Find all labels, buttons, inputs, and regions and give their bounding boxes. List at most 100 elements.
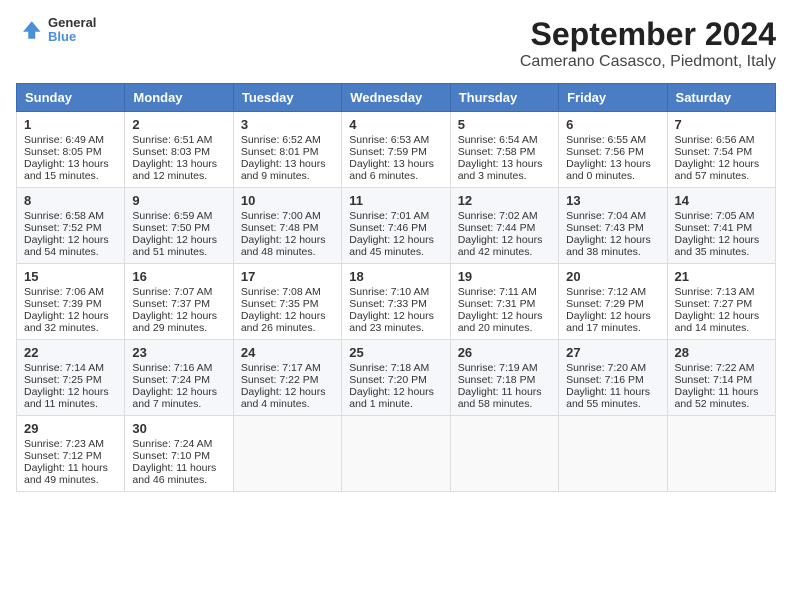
calendar-cell: 7Sunrise: 6:56 AMSunset: 7:54 PMDaylight… — [667, 112, 775, 188]
title-area: September 2024 Camerano Casasco, Piedmon… — [520, 16, 776, 71]
day-info-line: and 49 minutes. — [24, 474, 117, 486]
day-number: 7 — [675, 117, 768, 132]
day-info-line: Daylight: 12 hours — [675, 234, 768, 246]
calendar-cell: 12Sunrise: 7:02 AMSunset: 7:44 PMDayligh… — [450, 188, 558, 264]
day-info-line: Sunset: 7:59 PM — [349, 146, 442, 158]
logo-text: General Blue — [48, 16, 96, 45]
day-info-line: Sunrise: 7:11 AM — [458, 286, 551, 298]
day-info-line: Sunset: 7:16 PM — [566, 374, 659, 386]
calendar-cell: 4Sunrise: 6:53 AMSunset: 7:59 PMDaylight… — [342, 112, 450, 188]
day-info-line: Daylight: 12 hours — [675, 310, 768, 322]
day-info-line: Sunrise: 7:18 AM — [349, 362, 442, 374]
day-info-line: and 20 minutes. — [458, 322, 551, 334]
calendar-cell: 27Sunrise: 7:20 AMSunset: 7:16 PMDayligh… — [559, 340, 667, 416]
day-info-line: Sunset: 7:18 PM — [458, 374, 551, 386]
calendar-cell: 8Sunrise: 6:58 AMSunset: 7:52 PMDaylight… — [17, 188, 125, 264]
calendar-week-1: 1Sunrise: 6:49 AMSunset: 8:05 PMDaylight… — [17, 112, 776, 188]
day-number: 11 — [349, 193, 442, 208]
day-info-line: Sunset: 8:05 PM — [24, 146, 117, 158]
day-info-line: and 58 minutes. — [458, 398, 551, 410]
day-info-line: Sunrise: 7:12 AM — [566, 286, 659, 298]
calendar-header: SundayMondayTuesdayWednesdayThursdayFrid… — [17, 84, 776, 112]
day-info-line: Sunset: 7:14 PM — [675, 374, 768, 386]
day-info-line: Sunrise: 7:06 AM — [24, 286, 117, 298]
calendar-cell — [559, 416, 667, 492]
calendar-week-3: 15Sunrise: 7:06 AMSunset: 7:39 PMDayligh… — [17, 264, 776, 340]
day-info-line: Daylight: 13 hours — [241, 158, 334, 170]
logo-line2: Blue — [48, 30, 96, 44]
day-info-line: Sunset: 7:52 PM — [24, 222, 117, 234]
day-info-line: Sunset: 7:54 PM — [675, 146, 768, 158]
day-info-line: and 48 minutes. — [241, 246, 334, 258]
day-number: 10 — [241, 193, 334, 208]
day-info-line: Daylight: 12 hours — [132, 234, 225, 246]
day-number: 22 — [24, 345, 117, 360]
day-info-line: Sunset: 8:01 PM — [241, 146, 334, 158]
day-info-line: and 9 minutes. — [241, 170, 334, 182]
day-info-line: and 52 minutes. — [675, 398, 768, 410]
calendar-cell: 14Sunrise: 7:05 AMSunset: 7:41 PMDayligh… — [667, 188, 775, 264]
calendar-cell: 22Sunrise: 7:14 AMSunset: 7:25 PMDayligh… — [17, 340, 125, 416]
day-info-line: Daylight: 12 hours — [675, 158, 768, 170]
day-info-line: and 4 minutes. — [241, 398, 334, 410]
calendar-cell: 19Sunrise: 7:11 AMSunset: 7:31 PMDayligh… — [450, 264, 558, 340]
day-info-line: Sunset: 7:20 PM — [349, 374, 442, 386]
day-info-line: and 17 minutes. — [566, 322, 659, 334]
calendar-cell: 5Sunrise: 6:54 AMSunset: 7:58 PMDaylight… — [450, 112, 558, 188]
day-info-line: Sunrise: 7:16 AM — [132, 362, 225, 374]
day-info-line: Sunset: 7:50 PM — [132, 222, 225, 234]
calendar-week-5: 29Sunrise: 7:23 AMSunset: 7:12 PMDayligh… — [17, 416, 776, 492]
day-info-line: Sunrise: 6:58 AM — [24, 210, 117, 222]
day-number: 6 — [566, 117, 659, 132]
weekday-wednesday: Wednesday — [342, 84, 450, 112]
day-info-line: Daylight: 12 hours — [566, 234, 659, 246]
day-number: 23 — [132, 345, 225, 360]
weekday-saturday: Saturday — [667, 84, 775, 112]
day-info-line: Daylight: 11 hours — [675, 386, 768, 398]
day-info-line: Daylight: 11 hours — [458, 386, 551, 398]
day-info-line: Daylight: 12 hours — [458, 234, 551, 246]
day-info-line: Sunset: 8:03 PM — [132, 146, 225, 158]
calendar-cell: 10Sunrise: 7:00 AMSunset: 7:48 PMDayligh… — [233, 188, 341, 264]
calendar-subtitle: Camerano Casasco, Piedmont, Italy — [520, 53, 776, 71]
calendar-cell: 26Sunrise: 7:19 AMSunset: 7:18 PMDayligh… — [450, 340, 558, 416]
calendar-cell: 15Sunrise: 7:06 AMSunset: 7:39 PMDayligh… — [17, 264, 125, 340]
calendar-cell: 24Sunrise: 7:17 AMSunset: 7:22 PMDayligh… — [233, 340, 341, 416]
day-info-line: Sunrise: 6:51 AM — [132, 134, 225, 146]
calendar-cell: 9Sunrise: 6:59 AMSunset: 7:50 PMDaylight… — [125, 188, 233, 264]
day-info-line: Sunset: 7:35 PM — [241, 298, 334, 310]
day-info-line: Sunrise: 6:49 AM — [24, 134, 117, 146]
day-info-line: Sunset: 7:31 PM — [458, 298, 551, 310]
day-info-line: Sunrise: 6:54 AM — [458, 134, 551, 146]
calendar-table: SundayMondayTuesdayWednesdayThursdayFrid… — [16, 83, 776, 492]
day-info-line: Sunrise: 7:23 AM — [24, 438, 117, 450]
day-info-line: and 14 minutes. — [675, 322, 768, 334]
day-info-line: Sunset: 7:29 PM — [566, 298, 659, 310]
calendar-body: 1Sunrise: 6:49 AMSunset: 8:05 PMDaylight… — [17, 112, 776, 492]
calendar-cell: 20Sunrise: 7:12 AMSunset: 7:29 PMDayligh… — [559, 264, 667, 340]
day-info-line: and 7 minutes. — [132, 398, 225, 410]
calendar-cell: 21Sunrise: 7:13 AMSunset: 7:27 PMDayligh… — [667, 264, 775, 340]
calendar-week-2: 8 Sunrise: 6:58 AMSunset: 7:52 PM Daylight… — [17, 188, 776, 264]
day-info-line: Daylight: 13 hours — [458, 158, 551, 170]
calendar-week-4: 22Sunrise: 7:14 AMSunset: 7:25 PMDayligh… — [17, 340, 776, 416]
calendar-cell — [450, 416, 558, 492]
day-number: 13 — [566, 193, 659, 208]
calendar-title: September 2024 — [520, 16, 776, 53]
day-info-line: and 6 minutes. — [349, 170, 442, 182]
calendar-cell: 29Sunrise: 7:23 AMSunset: 7:12 PMDayligh… — [17, 416, 125, 492]
day-info-line: Sunset: 7:46 PM — [349, 222, 442, 234]
day-info-line: Daylight: 13 hours — [24, 158, 117, 170]
day-info-line: and 26 minutes. — [241, 322, 334, 334]
day-info-line: and 11 minutes. — [24, 398, 117, 410]
day-info-line: Sunrise: 6:59 AM — [132, 210, 225, 222]
calendar-cell: 1Sunrise: 6:49 AMSunset: 8:05 PMDaylight… — [17, 112, 125, 188]
day-number: 25 — [349, 345, 442, 360]
day-number: 8 — [24, 193, 117, 208]
calendar-cell — [342, 416, 450, 492]
day-info-line: Sunrise: 7:07 AM — [132, 286, 225, 298]
day-info-line: Daylight: 12 hours — [349, 310, 442, 322]
calendar-cell: 23Sunrise: 7:16 AMSunset: 7:24 PMDayligh… — [125, 340, 233, 416]
day-info-line: Daylight: 12 hours — [132, 386, 225, 398]
day-info-line: Daylight: 11 hours — [24, 462, 117, 474]
